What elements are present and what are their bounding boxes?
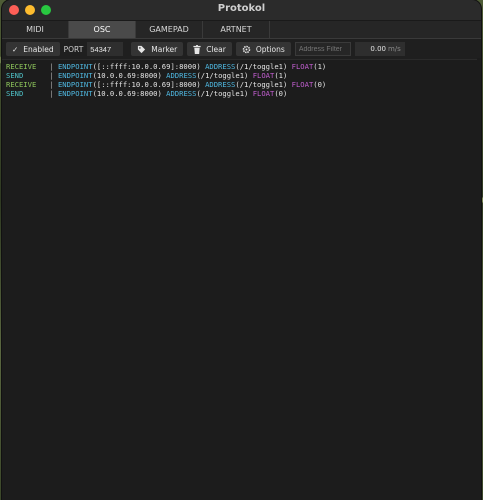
log-float-value: (0) [274,89,288,98]
log-endpoint-value: ([::ffff:10.0.0.69]:8000) [92,62,206,71]
log-row: RECEIVE | ENDPOINT([::ffff:10.0.0.69]:80… [6,80,477,89]
tab-midi[interactable]: MIDI [2,21,69,38]
log-endpoint-value: (10.0.0.69:8000) [92,89,167,98]
log-endpoint-keyword: ENDPOINT [57,62,93,71]
log-separator: | [49,80,58,89]
tag-icon [137,45,146,54]
port-label: PORT [63,44,84,54]
message-rate: 0.00 m/s [354,42,405,56]
log-row: SEND | ENDPOINT(10.0.0.69:8000) ADDRESS(… [6,71,477,80]
trash-icon [193,44,201,54]
log-separator: | [49,89,58,98]
log-address-keyword: ADDRESS [166,89,197,98]
title-bar: Protokol [2,0,481,21]
enabled-toggle[interactable]: ✓ Enabled [6,42,60,56]
log-separator: | [49,62,58,71]
log-address-value: (/1/toggle1) [196,89,253,98]
log-direction: SEND [6,89,50,98]
rate-value: 0.00 [370,45,386,53]
log-address-keyword: ADDRESS [205,62,236,71]
app-window: Protokol MIDI OSC GAMEPAD ARTNET ✓ Enabl… [2,0,481,500]
clear-label: Clear [206,44,226,54]
log-float-keyword: FLOAT [252,89,275,98]
options-button[interactable]: Options [235,42,291,56]
log-scrollbar[interactable] [477,58,481,500]
tab-bar: MIDI OSC GAMEPAD ARTNET [2,21,481,39]
log-endpoint-keyword: ENDPOINT [57,80,93,89]
tab-osc[interactable]: OSC [69,21,136,38]
marker-label: Marker [151,44,178,54]
gear-icon [242,45,251,54]
enabled-label: Enabled [23,44,54,54]
log-separator: | [49,71,58,80]
log-direction: RECEIVE [6,80,50,89]
log-float-value: (1) [313,62,327,71]
log-address-value: (/1/toggle1) [235,80,292,89]
log-address-keyword: ADDRESS [166,71,197,80]
marker-button[interactable]: Marker [131,42,184,56]
log-direction: RECEIVE [6,62,50,71]
log-address-keyword: ADDRESS [205,80,236,89]
log-float-keyword: FLOAT [252,71,275,80]
log-address-value: (/1/toggle1) [196,71,253,80]
message-log: RECEIVE | ENDPOINT([::ffff:10.0.0.69]:80… [2,60,481,100]
log-row: SEND | ENDPOINT(10.0.0.69:8000) ADDRESS(… [6,89,477,98]
checkmark-icon: ✓ [12,44,19,54]
tab-gamepad[interactable]: GAMEPAD [136,21,203,38]
log-float-keyword: FLOAT [291,62,314,71]
address-filter-input[interactable] [294,42,351,56]
log-address-value: (/1/toggle1) [235,62,292,71]
toolbar: ✓ Enabled PORT Marker Clear Options 0.00 [2,39,481,60]
tab-artnet[interactable]: ARTNET [203,21,270,38]
rate-unit: m/s [387,45,401,53]
log-direction: SEND [6,71,50,80]
port-input[interactable] [87,42,124,56]
clear-button[interactable]: Clear [187,42,232,56]
log-endpoint-keyword: ENDPOINT [57,71,93,80]
log-endpoint-value: (10.0.0.69:8000) [92,71,167,80]
log-row: RECEIVE | ENDPOINT([::ffff:10.0.0.69]:80… [6,62,477,71]
log-float-value: (0) [313,80,327,89]
log-endpoint-keyword: ENDPOINT [57,89,93,98]
options-label: Options [255,44,285,54]
window-title: Protokol [217,3,266,14]
log-float-value: (1) [274,71,288,80]
log-endpoint-value: ([::ffff:10.0.0.69]:8000) [92,80,206,89]
log-float-keyword: FLOAT [291,80,314,89]
